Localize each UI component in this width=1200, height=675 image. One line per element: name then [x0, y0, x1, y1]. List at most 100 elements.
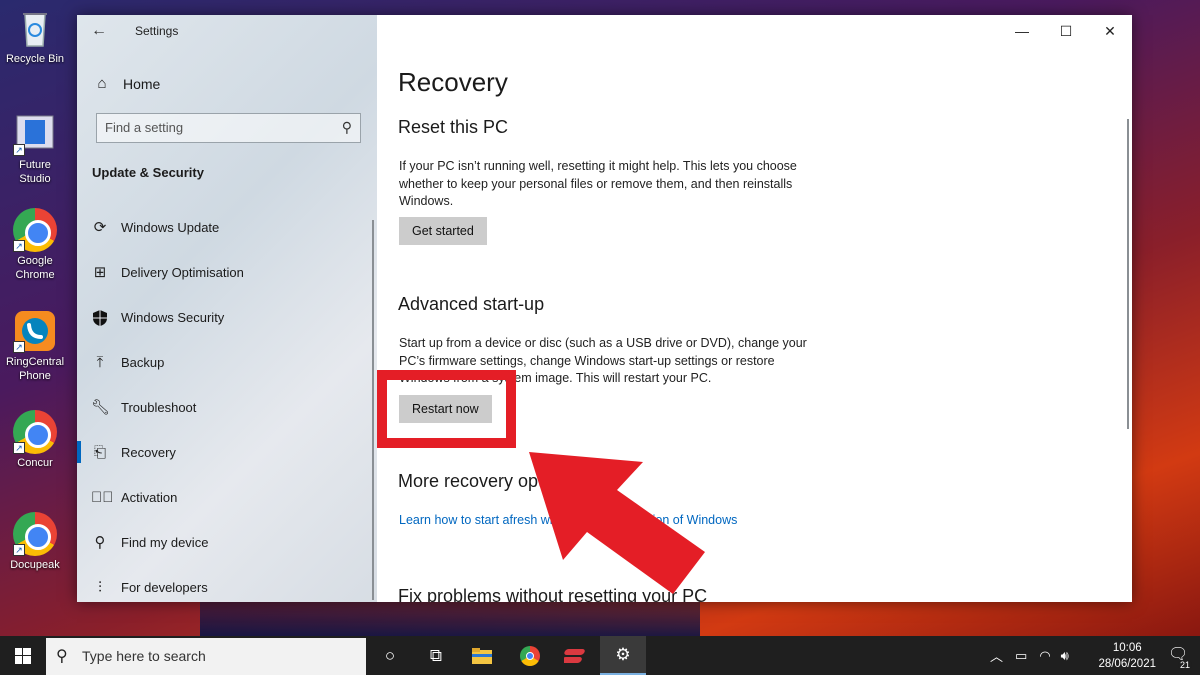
windows-logo-icon	[15, 647, 31, 664]
sidebar-item-label: Troubleshoot	[121, 400, 197, 415]
ringcentral-icon: ↗	[13, 309, 57, 353]
task-view-button[interactable]: ⧉	[413, 636, 459, 675]
shortcut-arrow-icon: ↗	[13, 544, 25, 556]
future-studio-icon: ↗	[13, 112, 57, 156]
shield-icon	[91, 309, 109, 327]
expressvpn-button[interactable]	[553, 636, 599, 675]
sidebar-item-recovery[interactable]: ⎗ Recovery	[77, 430, 373, 475]
chrome-icon: ↗	[13, 410, 57, 454]
volume-icon[interactable]: 🔊︎	[1061, 648, 1069, 664]
home-icon: ⌂	[97, 75, 107, 92]
sidebar-item-label: For developers	[121, 580, 208, 595]
sidebar-item-for-developers[interactable]: ⫶ For developers	[77, 565, 373, 602]
desktop-icon-ringcentral[interactable]: ↗ RingCentral Phone	[2, 309, 68, 383]
taskbar: ⚲ Type here to search ○ ⧉ ⚙ ︿ ▭ ◠ 🔊︎ 10:…	[0, 636, 1200, 675]
wrench-icon: 🔧︎	[91, 398, 111, 416]
desktop-icon-google-chrome[interactable]: ↗ Google Chrome	[2, 208, 68, 282]
back-arrow-icon[interactable]: ←	[91, 23, 107, 39]
recovery-icon: ⎗	[93, 443, 106, 461]
desktop-icon-docupeak[interactable]: ↗ Docupeak	[2, 512, 68, 572]
sidebar-item-label: Recovery	[121, 445, 176, 460]
chrome-taskbar-button[interactable]	[507, 636, 553, 675]
refresh-icon: ⟳	[93, 218, 107, 236]
sidebar-item-label: Find my device	[121, 535, 209, 550]
reset-heading: Reset this PC	[398, 117, 509, 137]
settings-taskbar-button[interactable]: ⚙	[600, 636, 646, 675]
clock[interactable]: 10:06 28/06/2021	[1098, 640, 1156, 672]
chrome-icon: ↗	[13, 208, 57, 252]
sidebar-item-label: Windows Update	[121, 220, 220, 235]
gear-icon: ⚙	[615, 644, 631, 664]
sidebar-item-troubleshoot[interactable]: 🔧︎ Troubleshoot	[77, 385, 373, 430]
reset-description: If your PC isn’t running well, resetting…	[399, 159, 797, 208]
advanced-heading: Advanced start-up	[398, 294, 545, 314]
notification-count: 21	[1177, 660, 1192, 670]
chevron-up-icon[interactable]: ︿	[990, 646, 1003, 665]
close-button[interactable]: ✕	[1088, 15, 1132, 47]
sidebar-item-find-my-device[interactable]: ⚲ Find my device	[77, 520, 373, 565]
minimize-button[interactable]: —	[1000, 15, 1044, 47]
delivery-icon: ⊞	[93, 263, 107, 281]
taskbar-search-placeholder: Type here to search	[82, 648, 206, 664]
main-scrollbar[interactable]	[1127, 119, 1129, 429]
notification-button[interactable]: 🗨︎ 21	[1168, 644, 1192, 670]
wifi-icon[interactable]: ◠	[1039, 648, 1050, 664]
maximize-button[interactable]: ☐	[1044, 15, 1088, 47]
desktop-icon-label: Concur	[17, 457, 53, 469]
chrome-icon	[520, 645, 540, 666]
start-button[interactable]	[0, 636, 46, 675]
search-placeholder: Find a setting	[105, 120, 184, 135]
annotation-highlight-box	[377, 370, 516, 448]
desktop-icon-label: Future Studio	[19, 159, 51, 185]
shortcut-arrow-icon: ↗	[13, 144, 25, 156]
desktop-icon-concur[interactable]: ↗ Concur	[2, 410, 68, 470]
sidebar-item-label: Windows Security	[121, 310, 225, 325]
sidebar-item-backup[interactable]: ⤒ Backup	[77, 340, 373, 385]
sliders-icon: ⫶	[98, 578, 102, 596]
desktop-icon-recycle-bin[interactable]: Recycle Bin	[2, 6, 68, 66]
sidebar-item-label: Activation	[121, 490, 178, 505]
page-title: Recovery	[398, 67, 508, 97]
task-view-icon: ⧉	[429, 645, 443, 665]
system-tray: ︿ ▭ ◠ 🔊︎	[990, 636, 1069, 675]
get-started-button[interactable]: Get started	[399, 217, 487, 245]
search-icon: ⚲	[56, 648, 68, 665]
battery-icon[interactable]: ▭	[1015, 648, 1027, 664]
upload-icon: ⤒	[96, 353, 104, 371]
sidebar-item-windows-update[interactable]: ⟳ Windows Update	[77, 205, 373, 250]
expressvpn-icon	[564, 648, 585, 663]
nav-list: ⟳ Windows Update ⊞ Delivery Optimisation…	[77, 205, 373, 602]
cortana-button[interactable]: ○	[367, 636, 413, 675]
nav-home[interactable]: ⌂ Home	[93, 75, 160, 93]
recycle-bin-icon	[13, 6, 57, 50]
sidebar-item-activation[interactable]: ✓⃝ Activation	[77, 475, 373, 520]
search-icon: ⚲	[341, 119, 352, 135]
check-circle-icon: ✓⃝	[91, 488, 114, 506]
sidebar-item-label: Backup	[121, 355, 165, 370]
sidebar-item-delivery-optimisation[interactable]: ⊞ Delivery Optimisation	[77, 250, 373, 295]
annotation-arrow-icon	[529, 452, 705, 594]
sidebar-item-windows-security[interactable]: Windows Security	[77, 295, 373, 340]
find-setting-search[interactable]: Find a setting ⚲	[96, 113, 361, 143]
chrome-icon: ↗	[13, 512, 57, 556]
desktop-icon-future-studio[interactable]: ↗ Future Studio	[2, 112, 68, 186]
desktop-icon-label: Docupeak	[10, 559, 60, 571]
desktop-icon-label: RingCentral Phone	[5, 356, 65, 382]
desktop-icon-label: Recycle Bin	[5, 53, 65, 65]
shortcut-arrow-icon: ↗	[13, 240, 25, 252]
shortcut-arrow-icon: ↗	[13, 341, 25, 353]
settings-main: — ☐ ✕ Recovery Reset this PC If your PC …	[377, 15, 1132, 602]
clock-time: 10:06	[1112, 642, 1142, 654]
settings-sidebar: ← Settings ⌂ Home Find a setting ⚲ Updat…	[77, 15, 377, 602]
cortana-circle-icon: ○	[384, 645, 396, 665]
sidebar-item-label: Delivery Optimisation	[121, 265, 244, 280]
sidebar-scrollbar[interactable]	[372, 220, 374, 600]
section-title: Update & Security	[92, 165, 204, 180]
taskbar-search[interactable]: ⚲ Type here to search	[46, 638, 366, 675]
window-controls: — ☐ ✕	[1000, 15, 1132, 47]
person-icon: ⚲	[94, 533, 106, 551]
folder-icon	[472, 647, 492, 664]
file-explorer-button[interactable]	[459, 636, 505, 675]
desktop-icon-label: Google Chrome	[15, 255, 55, 281]
clock-date: 28/06/2021	[1098, 658, 1156, 670]
